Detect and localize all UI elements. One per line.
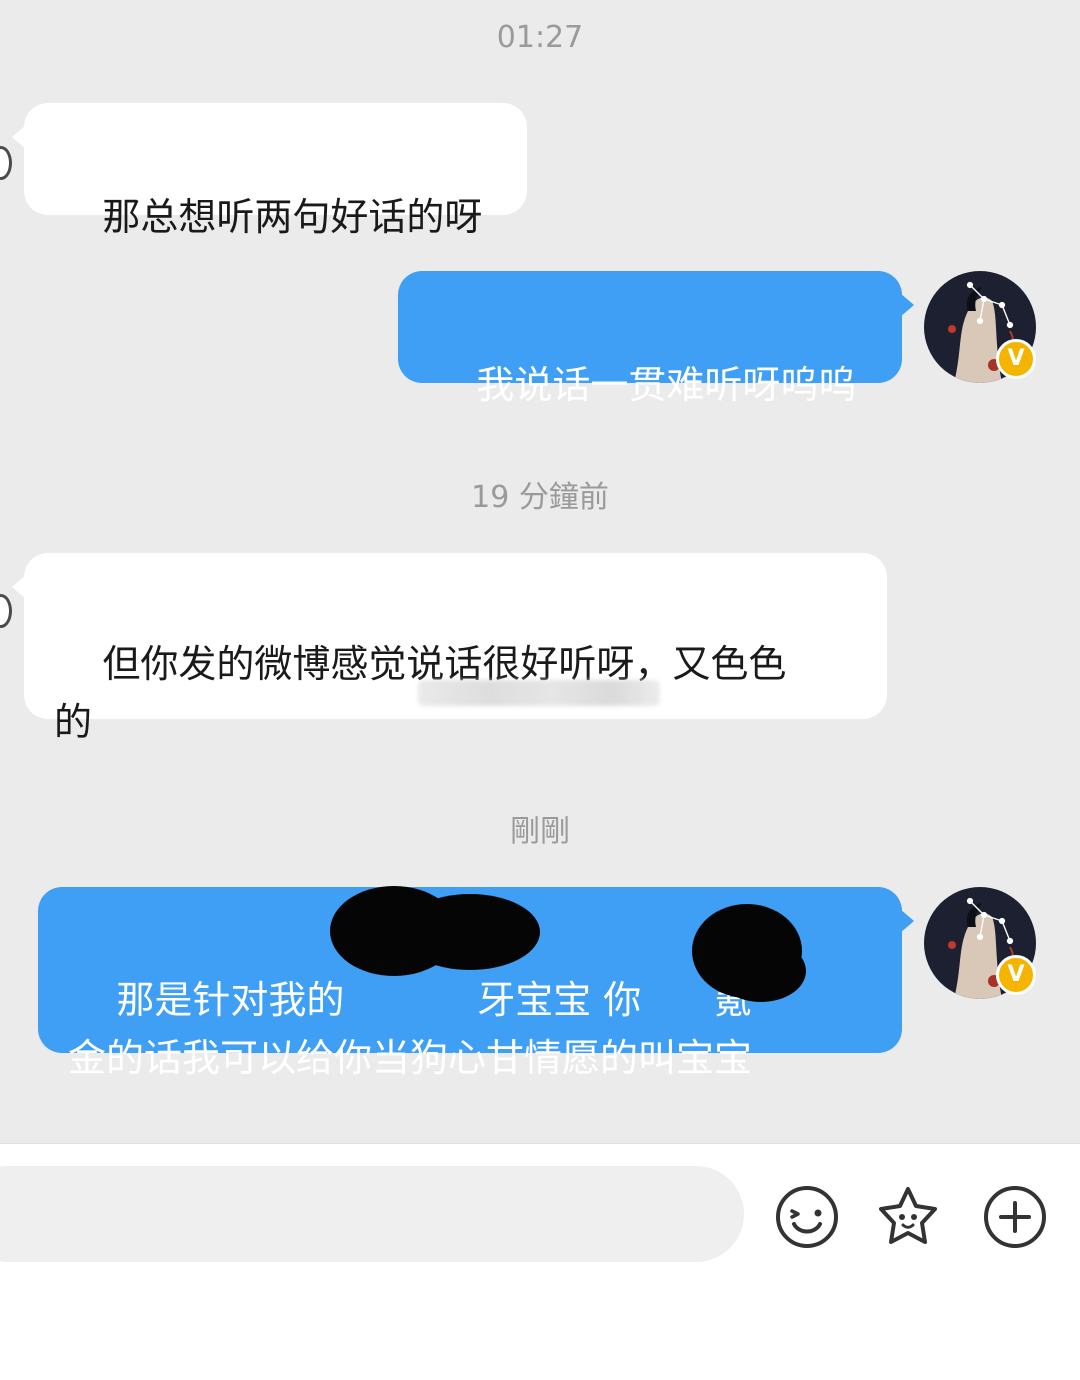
timestamp: 01:27: [496, 20, 584, 55]
timestamp: 剛剛: [510, 814, 570, 849]
message-text: 那总想听两句好话的呀: [102, 195, 483, 239]
message-bubble-incoming[interactable]: 那总想听两句好话的呀: [12, 103, 527, 239]
sender-avatar-edge[interactable]: [0, 146, 12, 180]
verified-badge-icon: V: [996, 955, 1036, 995]
smiley-icon[interactable]: [774, 1184, 840, 1250]
timestamp: 19 分鐘前: [471, 480, 609, 515]
message-text: 那是针对我的 牙宝宝 你 氪 金的话我可以给你当狗心甘情愿的叫宝宝: [68, 978, 753, 1080]
message-text: 我说话一贯难听呀呜呜: [476, 363, 857, 407]
composer-bar: [0, 1143, 1080, 1380]
blurred-watermark: [418, 680, 660, 706]
chat-area[interactable]: 01:27 那总想听两句好话的呀 我说话一贯难听呀呜呜 V 19 分鐘前 但你发: [0, 0, 1080, 1143]
verified-badge-icon: V: [996, 339, 1036, 379]
message-bubble-outgoing[interactable]: 我说话一贯难听呀呜呜: [398, 271, 914, 407]
redaction-mark: [400, 894, 540, 970]
message-input[interactable]: [0, 1166, 744, 1262]
my-avatar[interactable]: V: [924, 887, 1036, 999]
plus-circle-icon[interactable]: [982, 1184, 1048, 1250]
my-avatar[interactable]: V: [924, 271, 1036, 383]
sender-avatar-edge[interactable]: [0, 594, 12, 628]
star-face-icon[interactable]: [875, 1184, 941, 1250]
redaction-mark: [716, 940, 806, 1002]
